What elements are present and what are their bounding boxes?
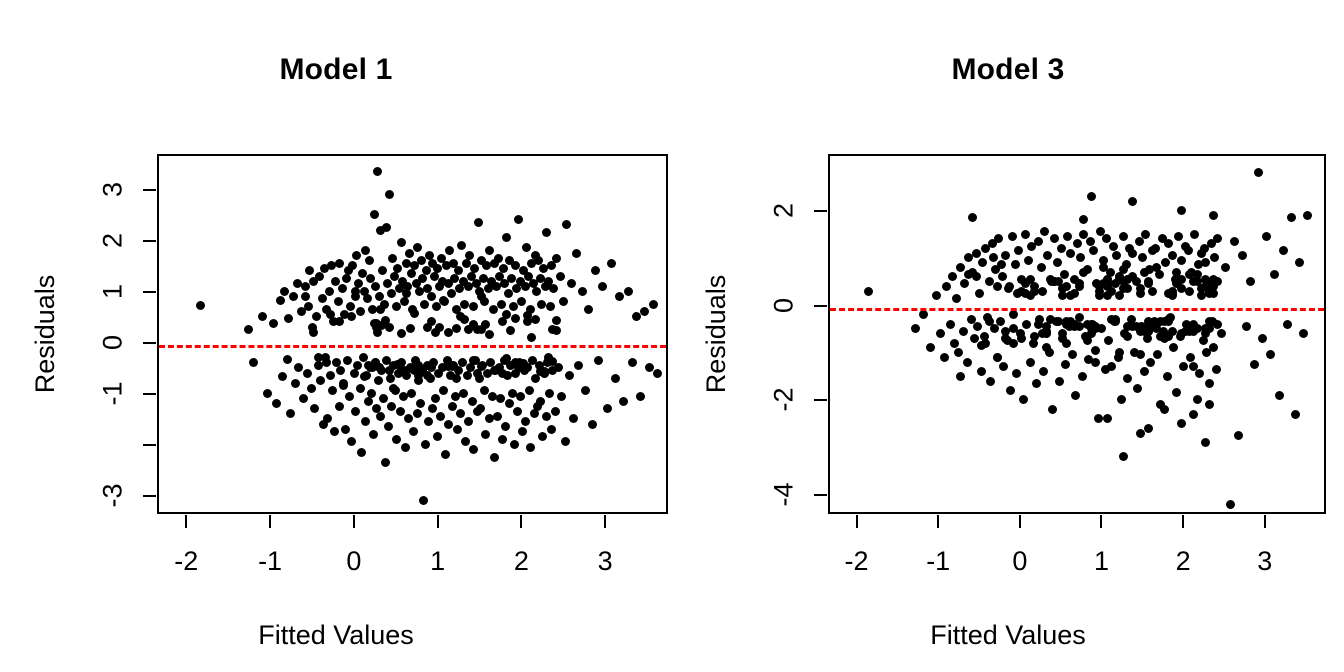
x-axis-tick-label: 2 <box>513 546 529 576</box>
x-axis-tick-label: 2 <box>1175 546 1191 576</box>
x-axis-tick-label: -2 <box>844 546 869 576</box>
y-axis-tick-label: 3 <box>97 181 128 197</box>
y-axis-tick <box>814 494 827 497</box>
plot-area-model-3 <box>828 154 1326 514</box>
x-axis-tick-label: 1 <box>430 546 446 576</box>
reference-line-layer-model-3 <box>830 156 1324 512</box>
y-axis-tick <box>143 239 156 242</box>
residual-plots-figure: Model 1 -3 -1 0 1 2 3 -2 -1 0 1 2 3 Residuals Fitt… <box>0 0 1344 672</box>
panel-title-model-1: Model 1 <box>279 53 393 86</box>
y-axis-tick-label: 0 <box>768 297 799 313</box>
y-axis-tick <box>143 444 156 447</box>
panel-model-1: Model 1 -3 -1 0 1 2 3 -2 -1 0 1 2 3 Residuals Fitt… <box>0 0 672 672</box>
x-axis-tick <box>1263 515 1266 528</box>
x-axis-tick <box>520 515 523 528</box>
y-axis-tick <box>814 399 827 402</box>
y-axis-tick <box>143 495 156 498</box>
y-axis-tick-label: 2 <box>768 202 799 218</box>
x-axis-tick <box>1100 515 1103 528</box>
x-axis-tick-label: 3 <box>597 546 613 576</box>
y-axis-title-model-1: Residuals <box>30 274 60 394</box>
x-axis-tick <box>855 515 858 528</box>
x-axis-tick <box>1182 515 1185 528</box>
zero-reference-line-model-1 <box>159 344 666 348</box>
y-axis-tick <box>814 209 827 212</box>
y-axis-tick <box>143 393 156 395</box>
y-axis-tick-label: -2 <box>768 387 799 412</box>
panel-title-model-3: Model 3 <box>951 53 1065 86</box>
y-axis-tick-label: -4 <box>768 482 799 507</box>
y-axis-title-model-3: Residuals <box>701 274 731 394</box>
x-axis-tick <box>1018 515 1021 528</box>
x-axis-tick <box>937 515 940 528</box>
y-axis-tick <box>143 188 156 191</box>
x-axis-tick-label: 3 <box>1257 546 1273 576</box>
panel-model-3: Model 3 -4 -2 0 2 -2 -1 0 1 2 3 Residuals Fitted… <box>672 0 1344 672</box>
y-axis-tick <box>143 290 156 293</box>
x-axis-tick-label: -2 <box>174 546 199 576</box>
x-axis-tick <box>436 515 439 528</box>
y-axis-tick-label: -3 <box>97 483 128 508</box>
x-axis-tick-label: -1 <box>926 546 951 576</box>
x-axis-tick <box>185 515 188 528</box>
x-axis-tick-label: 1 <box>1093 546 1109 576</box>
x-axis-tick <box>352 515 355 528</box>
x-axis-tick-label: -1 <box>258 546 283 576</box>
x-axis-tick <box>604 515 607 528</box>
zero-reference-line-model-3 <box>830 307 1324 311</box>
x-axis-title-model-3: Fitted Values <box>930 620 1086 650</box>
x-axis-tick-label: 0 <box>346 546 362 576</box>
y-axis-tick <box>814 304 827 307</box>
y-axis-tick <box>143 341 156 344</box>
plot-area-model-1 <box>157 154 668 514</box>
x-axis-tick-label: 0 <box>1012 546 1028 576</box>
reference-line-layer-model-1 <box>159 156 666 512</box>
y-axis-tick-label: -1 <box>97 381 128 406</box>
x-axis-tick <box>269 515 272 528</box>
x-axis-title-model-1: Fitted Values <box>258 620 414 650</box>
